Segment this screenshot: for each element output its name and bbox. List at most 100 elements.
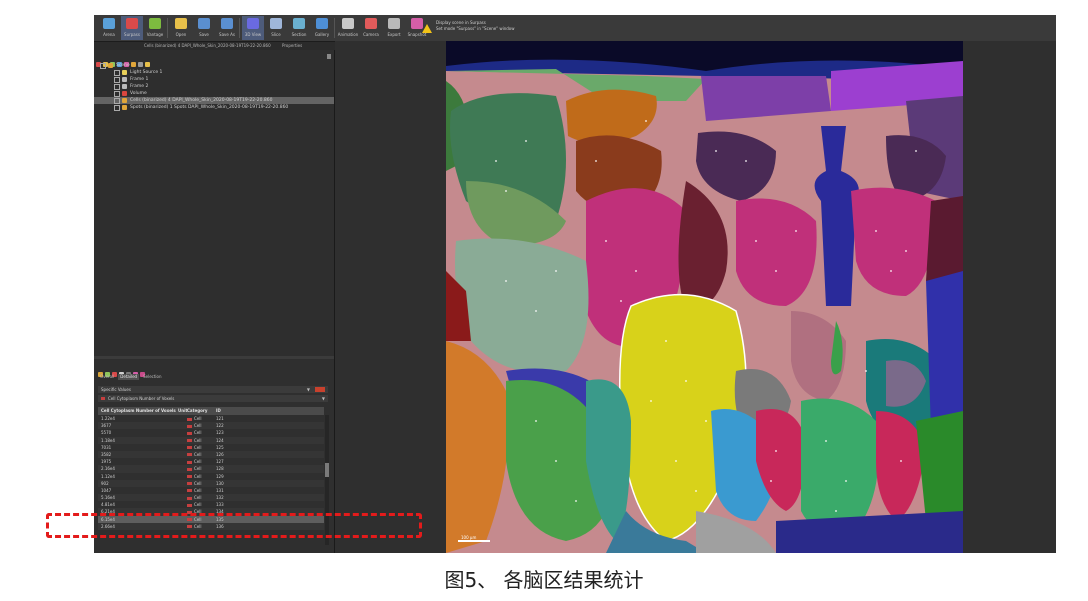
tree-item-label: Frame 2 [130, 84, 149, 89]
cell-category: Cell [187, 473, 201, 480]
tree-item[interactable]: Frame 2 [94, 83, 334, 90]
cell-id: 128 [216, 466, 224, 472]
tree-item-label: Scene [116, 63, 130, 68]
toolbar-button-camera[interactable]: Camera [360, 16, 382, 40]
column-header-id[interactable]: ID [216, 407, 221, 415]
cell-category-icon [187, 496, 192, 500]
panel-splitter[interactable] [94, 356, 334, 359]
cell-id: 121 [216, 416, 224, 421]
tab-detailed[interactable]: Detailed [118, 374, 140, 380]
toolbar-button-open[interactable]: Open [170, 16, 192, 40]
section-icon [293, 18, 305, 29]
export-statistics-icon[interactable] [315, 387, 325, 392]
toolbar-button-save-as[interactable]: Save As [216, 16, 238, 40]
visibility-checkbox[interactable] [114, 105, 120, 111]
statistics-mode-value: Specific Values [101, 387, 131, 392]
tree-menu-icon[interactable] [327, 54, 331, 59]
3d-viewport[interactable]: 100 µm [335, 41, 1056, 553]
warning-line-2: Set mode "Surpass" in "Scene" window [436, 26, 515, 31]
cell-category-icon [187, 475, 192, 478]
toolbar-button-vantage[interactable]: Vantage [144, 16, 166, 40]
cell-category: Cell [187, 480, 201, 487]
table-row[interactable]: 5.16e4 Cell 132 [98, 494, 324, 502]
tree-item[interactable]: Cells (binarized) 4 DAPI_Whole_Skin_2020… [94, 97, 334, 104]
cell-category-label: Cell [194, 416, 202, 421]
scrollbar-thumb[interactable] [325, 463, 329, 477]
cell-category-label: Cell [194, 451, 202, 457]
toolbar-button-animation[interactable]: Animation [337, 16, 359, 40]
tab-overall[interactable]: Overall [98, 374, 116, 380]
table-row[interactable]: 1975 Cell 127 [98, 458, 324, 465]
cell-category: Cell [187, 429, 201, 436]
cell-value: 5570 [101, 430, 112, 436]
scene-tree: Scene Light Source 1 Frame 1 Frame 2 Volume C… [94, 62, 334, 111]
cell-category-icon [187, 439, 192, 443]
toolbar-button-slice[interactable]: Slice [265, 16, 287, 40]
toolbar-button-gallery[interactable]: Gallery [311, 16, 333, 40]
statistics-variable-select[interactable]: Cell Cytoplasm Number of Voxels ▼ [98, 395, 328, 402]
cell-id: 125 [216, 444, 224, 450]
cell-category-icon [187, 460, 192, 464]
column-header-unit[interactable]: Unit [178, 407, 187, 415]
animation-icon [342, 18, 354, 29]
tree-item[interactable]: Scene [94, 62, 334, 69]
cell-category-label: Cell [194, 466, 202, 472]
statistics-table: Cell Cytoplasm Number of Voxels Unit Cat… [98, 407, 324, 530]
toolbar-button-export[interactable]: Export [383, 16, 405, 40]
table-row[interactable]: 1047 Cell 131 [98, 487, 324, 494]
cell-value: 1047 [101, 487, 112, 493]
cell-value: 5.16e4 [101, 495, 115, 501]
tab-selection[interactable]: Selection [141, 374, 163, 380]
toolbar-button-section[interactable]: Section [288, 16, 310, 40]
cell-value: 3582 [101, 451, 112, 457]
tree-item[interactable]: Volume [94, 90, 334, 97]
cell-id: 127 [216, 459, 224, 465]
frame-icon [122, 84, 127, 89]
table-row[interactable]: 2.16e4 Cell 128 [98, 465, 324, 473]
column-header-category[interactable]: Category [187, 407, 207, 415]
cell-category: Cell [187, 458, 201, 465]
light-icon [122, 70, 127, 75]
tree-item[interactable]: Light Source 1 [94, 69, 334, 76]
table-row[interactable]: 1.18e4 Cell 124 [98, 436, 324, 444]
statistics-tabs: Overall Detailed Selection [98, 374, 166, 380]
imaris-window: Arena Surpass Vantage Open Save Save As 3D Vie… [94, 15, 1056, 553]
chevron-down-icon: ▼ [306, 387, 310, 392]
scale-bar [458, 540, 490, 542]
cell-category-label: Cell [194, 444, 202, 450]
table-row[interactable]: 902 Cell 130 [98, 479, 324, 487]
cell-value: 1.22e4 [101, 416, 115, 421]
figure-caption: 图5、 各脑区结果统计 [444, 568, 644, 592]
tree-item-label: Spots (binarized) 1 Spots DAPI_Whole_Ski… [130, 105, 289, 110]
arena-icon [103, 18, 115, 29]
cell-id: 130 [216, 480, 224, 486]
toolbar-button-surpass[interactable]: Surpass [121, 16, 143, 40]
warning-icon [422, 24, 432, 33]
slice-icon [270, 18, 282, 29]
table-row[interactable]: 3677 Cell 122 [98, 422, 324, 430]
toolbar-button-arena[interactable]: Arena [98, 16, 120, 40]
table-row[interactable]: 1.12e4 Cell 129 [98, 473, 324, 480]
cell-category: Cell [187, 422, 201, 429]
toolbar-button-label: Save As [219, 32, 235, 37]
table-row[interactable]: 5570 Cell 123 [98, 429, 324, 436]
toolbar-button-label: Vantage [146, 32, 164, 37]
cell-category-icon [187, 431, 192, 435]
brain-section-image: 100 µm [446, 41, 963, 553]
toolbar-button-save[interactable]: Save [193, 16, 215, 40]
statistics-mode-select[interactable]: Specific Values ▼ [98, 386, 328, 393]
frame-icon [122, 77, 127, 82]
toolbar-button-3d-view[interactable]: 3D View [242, 16, 264, 40]
cell-category-label: Cell [194, 423, 202, 429]
cell-category-icon [187, 417, 192, 421]
tree-item[interactable]: Frame 1 [94, 76, 334, 83]
table-row[interactable]: 7031 Cell 125 [98, 444, 324, 451]
table-row[interactable]: 3582 Cell 126 [98, 450, 324, 459]
save-icon [198, 18, 210, 29]
column-header-value[interactable]: Cell Cytoplasm Number of Voxels [101, 407, 176, 415]
tree-item[interactable]: Spots (binarized) 1 Spots DAPI_Whole_Ski… [94, 104, 334, 111]
cell-category-label: Cell [194, 480, 202, 486]
table-row[interactable]: 4.81e4 Cell 133 [98, 501, 324, 508]
cell-id: 126 [216, 451, 224, 457]
table-row[interactable]: 1.22e4 Cell 121 [98, 415, 324, 422]
